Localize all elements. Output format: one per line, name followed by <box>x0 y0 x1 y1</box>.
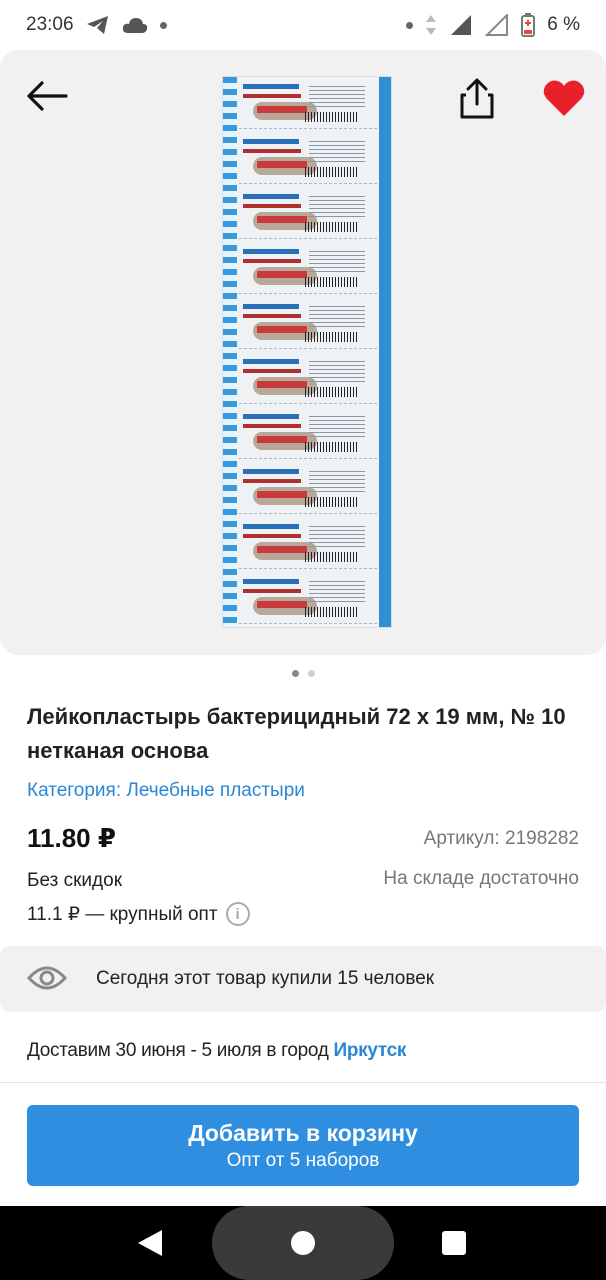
bottom-action-bar: Добавить в корзину Опт от 5 наборов <box>0 1082 606 1207</box>
notification-dot-icon <box>159 21 167 29</box>
product-article: Артикул: 2198282 <box>423 828 579 849</box>
telegram-icon <box>86 16 108 34</box>
product-gallery[interactable] <box>0 50 606 655</box>
plaster-unit <box>239 355 377 404</box>
plaster-unit <box>239 245 377 294</box>
notification-dot-icon <box>406 21 414 29</box>
plaster-unit <box>239 520 377 569</box>
product-price: 11.80 ₽ <box>27 823 116 853</box>
add-to-cart-sublabel: Опт от 5 наборов <box>226 1149 380 1171</box>
back-arrow-icon[interactable] <box>26 80 68 112</box>
plaster-unit <box>239 300 377 349</box>
eye-icon <box>27 966 67 990</box>
plaster-unit <box>239 190 377 239</box>
plaster-unit <box>239 135 377 184</box>
plaster-unit <box>239 410 377 459</box>
system-navigation-bar <box>0 1206 606 1280</box>
category-link[interactable]: Категория: Лечебные пластыри <box>27 780 305 802</box>
plaster-unit <box>239 575 377 624</box>
status-bar: 23:06 6 % <box>0 0 606 50</box>
nav-recents-icon[interactable] <box>442 1231 466 1255</box>
status-time: 23:06 <box>26 14 74 35</box>
discount-status: Без скидок <box>27 870 122 891</box>
add-to-cart-button[interactable]: Добавить в корзину Опт от 5 наборов <box>27 1105 579 1186</box>
delivery-city-link[interactable]: Иркутск <box>333 1040 406 1061</box>
product-image[interactable] <box>222 76 392 628</box>
battery-percent: 6 % <box>547 14 580 35</box>
info-icon[interactable]: i <box>225 902 250 926</box>
nav-back-icon[interactable] <box>138 1230 162 1256</box>
wholesale-price-row: 11.1 ₽ — крупный опт i <box>27 902 250 926</box>
purchases-today-banner: Сегодня этот товар купили 15 человек <box>0 946 606 1012</box>
add-to-cart-label: Добавить в корзину <box>188 1119 418 1146</box>
favorite-heart-icon[interactable] <box>542 78 586 118</box>
stock-status: На складе достаточно <box>383 868 579 889</box>
delivery-info: Доставим 30 июня - 5 июля в город Иркутс… <box>27 1040 406 1062</box>
product-title: Лейкопластырь бактерицидный 72 х 19 мм, … <box>27 704 566 763</box>
data-arrows-icon <box>426 15 437 35</box>
signal-icon <box>451 15 472 35</box>
status-bar-right: 6 % <box>406 13 580 37</box>
status-bar-left: 23:06 <box>26 14 167 36</box>
gallery-pagination <box>0 670 606 677</box>
signal-empty-icon <box>485 14 509 36</box>
pagination-dot[interactable] <box>307 670 315 677</box>
cloud-icon <box>122 18 147 33</box>
battery-icon <box>521 13 536 37</box>
purchases-today-text: Сегодня этот товар купили 15 человек <box>96 968 435 989</box>
pagination-dot-active[interactable] <box>291 670 299 677</box>
plaster-unit <box>239 465 377 514</box>
nav-home-icon[interactable] <box>291 1231 315 1255</box>
wholesale-price: 11.1 ₽ — крупный опт <box>27 903 218 925</box>
delivery-text: Доставим 30 июня - 5 июля в город <box>27 1040 334 1061</box>
share-icon[interactable] <box>458 78 496 120</box>
plaster-unit <box>239 80 377 129</box>
